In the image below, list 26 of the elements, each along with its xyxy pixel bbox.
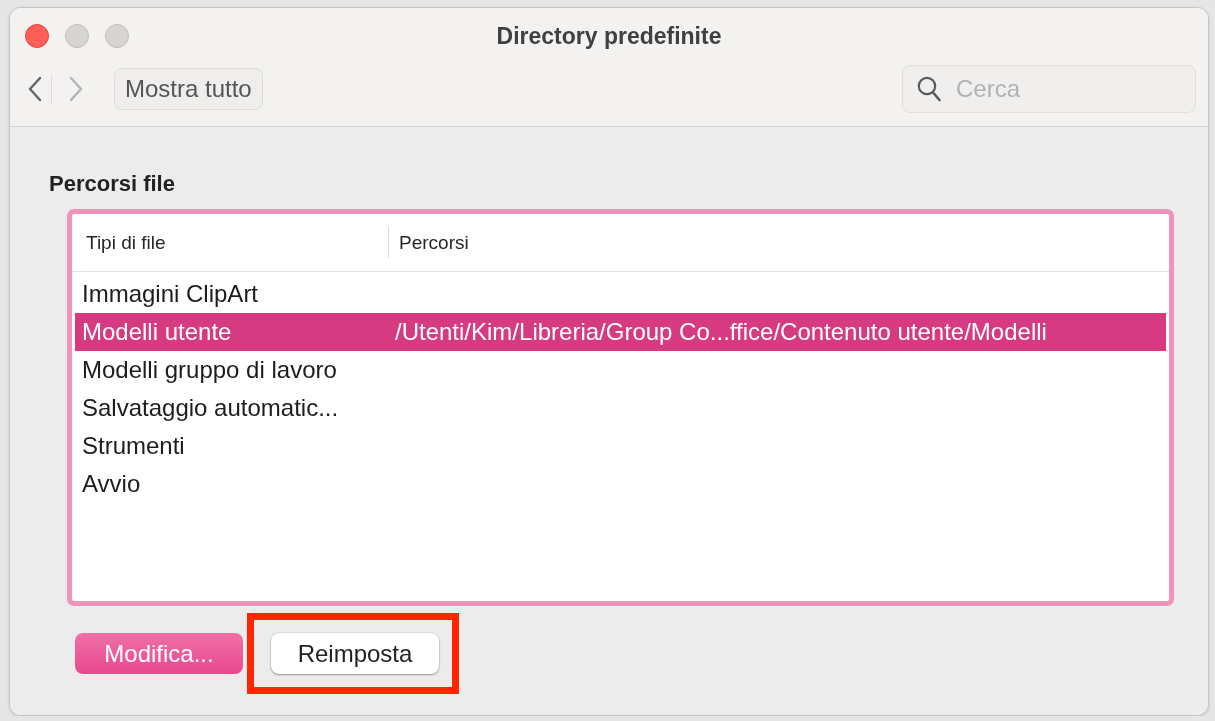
table-row[interactable]: Strumenti: [75, 427, 1166, 465]
file-type-cell: Immagini ClipArt: [82, 280, 259, 308]
search-field[interactable]: Cerca: [902, 65, 1196, 113]
file-type-cell: Strumenti: [82, 432, 185, 460]
file-type-cell: Modelli utente: [82, 318, 232, 346]
path-cell: /Utenti/Kim/Libreria/Group Co...ffice/Contenuto utente/Modelli: [395, 318, 1047, 346]
table-row[interactable]: Avvio: [75, 465, 1166, 503]
table-row[interactable]: Modelli utente /Utenti/Kim/Libreria/Group Co...ffice/Contenuto utente/Modelli: [75, 313, 1166, 351]
file-type-cell: Modelli gruppo di lavoro: [82, 356, 337, 384]
section-title: Percorsi file: [49, 171, 175, 197]
window-title: Directory predefinite: [496, 22, 722, 50]
table-row[interactable]: Immagini ClipArt: [75, 275, 1166, 313]
show-all-button[interactable]: Mostra tutto: [114, 68, 263, 110]
column-header[interactable]: Percorsi: [388, 227, 1169, 258]
close-button[interactable]: [25, 24, 49, 48]
zoom-button[interactable]: [105, 24, 129, 48]
table-row[interactable]: Modelli gruppo di lavoro: [75, 351, 1166, 389]
search-icon: [917, 76, 941, 102]
reset-button[interactable]: Reimposta: [271, 633, 439, 674]
minimize-button[interactable]: [65, 24, 89, 48]
chevron-left-icon: [27, 76, 43, 102]
file-type-cell: Avvio: [82, 470, 141, 498]
chevron-right-icon: [68, 76, 84, 102]
file-type-cell: Salvataggio automatic...: [82, 394, 339, 422]
table-row[interactable]: Salvataggio automatic...: [75, 389, 1166, 427]
column-header[interactable]: Tipi di file: [72, 231, 388, 254]
